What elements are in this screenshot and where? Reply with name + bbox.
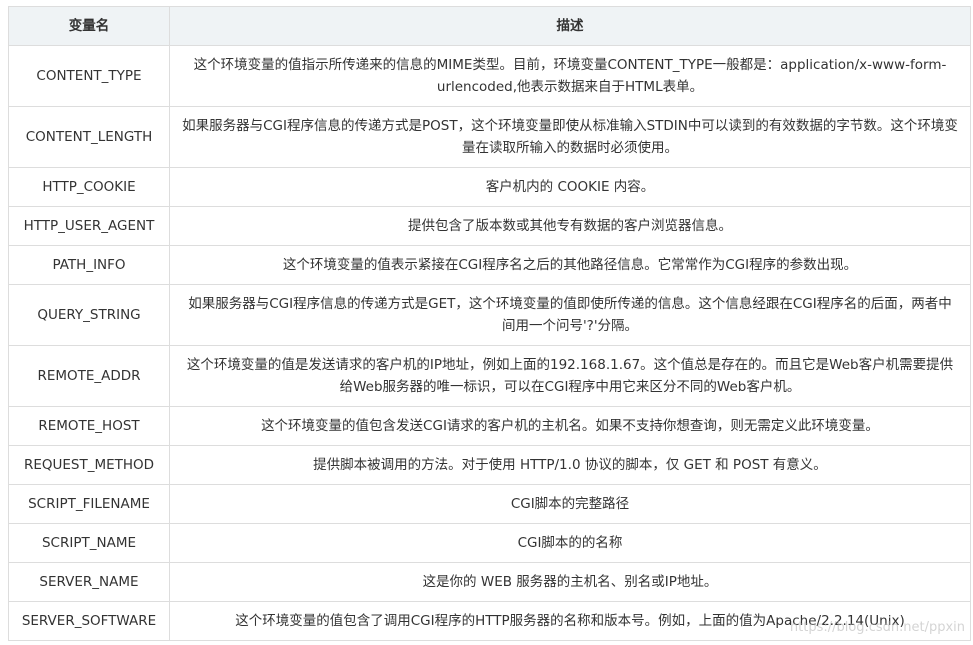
table-row: SCRIPT_FILENAME CGI脚本的完整路径 [8,484,971,524]
table-row: REQUEST_METHOD 提供脚本被调用的方法。对于使用 HTTP/1.0 … [8,445,971,485]
variable-name-cell: QUERY_STRING [8,284,170,346]
variable-name-cell: SERVER_NAME [8,562,170,602]
variable-name-cell: PATH_INFO [8,245,170,285]
description-cell: 客户机内的 COOKIE 内容。 [169,167,971,207]
table-header: 变量名 描述 [8,6,971,46]
variable-name-cell: HTTP_COOKIE [8,167,170,207]
variable-name-cell: REMOTE_HOST [8,406,170,446]
variable-name-cell: SERVER_SOFTWARE [8,601,170,641]
table-row: PATH_INFO 这个环境变量的值表示紧接在CGI程序名之后的其他路径信息。它… [8,245,971,285]
description-cell: 这个环境变量的值表示紧接在CGI程序名之后的其他路径信息。它常常作为CGI程序的… [169,245,971,285]
environment-variables-table: 变量名 描述 CONTENT_TYPE 这个环境变量的值指示所传递来的信息的MI… [8,6,971,641]
column-header-variable-name: 变量名 [8,6,170,46]
description-cell: 这是你的 WEB 服务器的主机名、别名或IP地址。 [169,562,971,602]
variable-name-cell: SCRIPT_FILENAME [8,484,170,524]
table-row: SERVER_NAME 这是你的 WEB 服务器的主机名、别名或IP地址。 [8,562,971,602]
description-cell: 如果服务器与CGI程序信息的传递方式是GET，这个环境变量的值即使所传递的信息。… [169,284,971,346]
description-cell: 这个环境变量的值指示所传递来的信息的MIME类型。目前，环境变量CONTENT_… [169,45,971,107]
table-row: SCRIPT_NAME CGI脚本的的名称 [8,523,971,563]
variable-name-cell: CONTENT_TYPE [8,45,170,107]
table-row: REMOTE_ADDR 这个环境变量的值是发送请求的客户机的IP地址，例如上面的… [8,345,971,407]
description-cell: 这个环境变量的值是发送请求的客户机的IP地址，例如上面的192.168.1.67… [169,345,971,407]
table-body: CONTENT_TYPE 这个环境变量的值指示所传递来的信息的MIME类型。目前… [8,45,971,641]
table-row: HTTP_USER_AGENT 提供包含了版本数或其他专有数据的客户浏览器信息。 [8,206,971,246]
header-row: 变量名 描述 [8,6,971,46]
table-row: CONTENT_TYPE 这个环境变量的值指示所传递来的信息的MIME类型。目前… [8,45,971,107]
description-cell: 提供包含了版本数或其他专有数据的客户浏览器信息。 [169,206,971,246]
variable-name-cell: REQUEST_METHOD [8,445,170,485]
table-row: QUERY_STRING 如果服务器与CGI程序信息的传递方式是GET，这个环境… [8,284,971,346]
description-cell: CGI脚本的的名称 [169,523,971,563]
description-cell: 如果服务器与CGI程序信息的传递方式是POST，这个环境变量即使从标准输入STD… [169,106,971,168]
description-cell: 这个环境变量的值包含发送CGI请求的客户机的主机名。如果不支持你想查询，则无需定… [169,406,971,446]
variable-name-cell: CONTENT_LENGTH [8,106,170,168]
table-row: CONTENT_LENGTH 如果服务器与CGI程序信息的传递方式是POST，这… [8,106,971,168]
table-row: HTTP_COOKIE 客户机内的 COOKIE 内容。 [8,167,971,207]
variable-name-cell: SCRIPT_NAME [8,523,170,563]
column-header-description: 描述 [169,6,971,46]
table-row: SERVER_SOFTWARE 这个环境变量的值包含了调用CGI程序的HTTP服… [8,601,971,641]
description-cell: 提供脚本被调用的方法。对于使用 HTTP/1.0 协议的脚本，仅 GET 和 P… [169,445,971,485]
table-row: REMOTE_HOST 这个环境变量的值包含发送CGI请求的客户机的主机名。如果… [8,406,971,446]
variable-name-cell: REMOTE_ADDR [8,345,170,407]
description-cell: 这个环境变量的值包含了调用CGI程序的HTTP服务器的名称和版本号。例如，上面的… [169,601,971,641]
variable-name-cell: HTTP_USER_AGENT [8,206,170,246]
description-cell: CGI脚本的完整路径 [169,484,971,524]
